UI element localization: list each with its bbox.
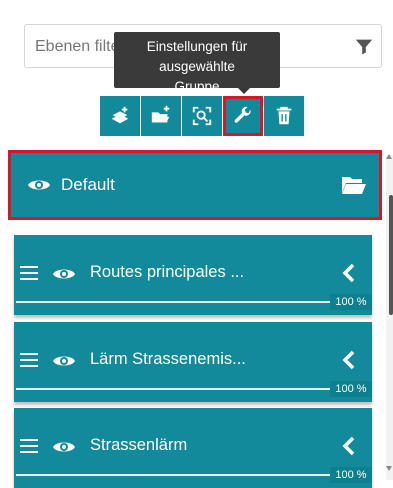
eye-icon[interactable]	[27, 177, 51, 193]
filter-icon[interactable]	[353, 36, 375, 58]
eye-icon[interactable]	[52, 353, 76, 369]
chevron-left-icon[interactable]	[342, 263, 356, 283]
opacity-badge: 100 %	[330, 294, 372, 310]
eye-icon[interactable]	[52, 266, 76, 282]
tooltip-line-1: Einstellungen für ausgewählte	[146, 39, 248, 74]
layer-item[interactable]: Strassenlärm 100 %	[14, 408, 372, 488]
layer-item[interactable]: Lärm Strassenemis... 100 %	[14, 322, 372, 402]
opacity-bar	[16, 301, 350, 303]
chevron-left-icon[interactable]	[342, 436, 356, 456]
drag-handle-icon[interactable]	[20, 265, 38, 281]
wrench-icon	[234, 106, 251, 123]
add-layer-icon	[111, 106, 129, 124]
opacity-badge: 100 %	[330, 467, 372, 483]
open-folder-icon[interactable]	[341, 175, 367, 195]
layer-toolbar	[100, 96, 305, 136]
drag-handle-icon[interactable]	[20, 352, 38, 368]
opacity-badge: 100 %	[330, 381, 372, 397]
layer-item[interactable]: Routes principales ... 100 %	[14, 235, 372, 315]
tooltip-arrow	[238, 88, 250, 94]
opacity-bar	[16, 388, 350, 390]
add-layer-button[interactable]	[100, 96, 140, 136]
opacity-bar	[16, 474, 350, 476]
zoom-extent-icon	[192, 106, 212, 126]
layer-label: Strassenlärm	[90, 436, 188, 454]
scroll-up-arrow[interactable]	[386, 154, 392, 159]
group-label: Default	[61, 175, 115, 194]
add-group-button[interactable]	[141, 96, 181, 136]
layer-group-default[interactable]: Default	[8, 150, 382, 220]
layer-label: Lärm Strassenemis...	[90, 350, 246, 368]
tooltip-line-2: Gruppe	[174, 79, 220, 94]
chevron-left-icon[interactable]	[342, 350, 356, 370]
trash-icon	[276, 106, 292, 125]
layer-label: Routes principales ...	[90, 263, 245, 281]
scrollbar-thumb[interactable]	[389, 195, 393, 315]
drag-handle-icon[interactable]	[20, 438, 38, 454]
delete-button[interactable]	[264, 96, 304, 136]
add-folder-icon	[151, 105, 170, 123]
group-settings-button[interactable]	[223, 96, 263, 136]
zoom-to-button[interactable]	[182, 96, 222, 136]
eye-icon[interactable]	[52, 439, 76, 455]
scroll-down-arrow[interactable]	[386, 466, 392, 471]
tooltip: Einstellungen für ausgewählte Gruppe	[114, 32, 280, 94]
